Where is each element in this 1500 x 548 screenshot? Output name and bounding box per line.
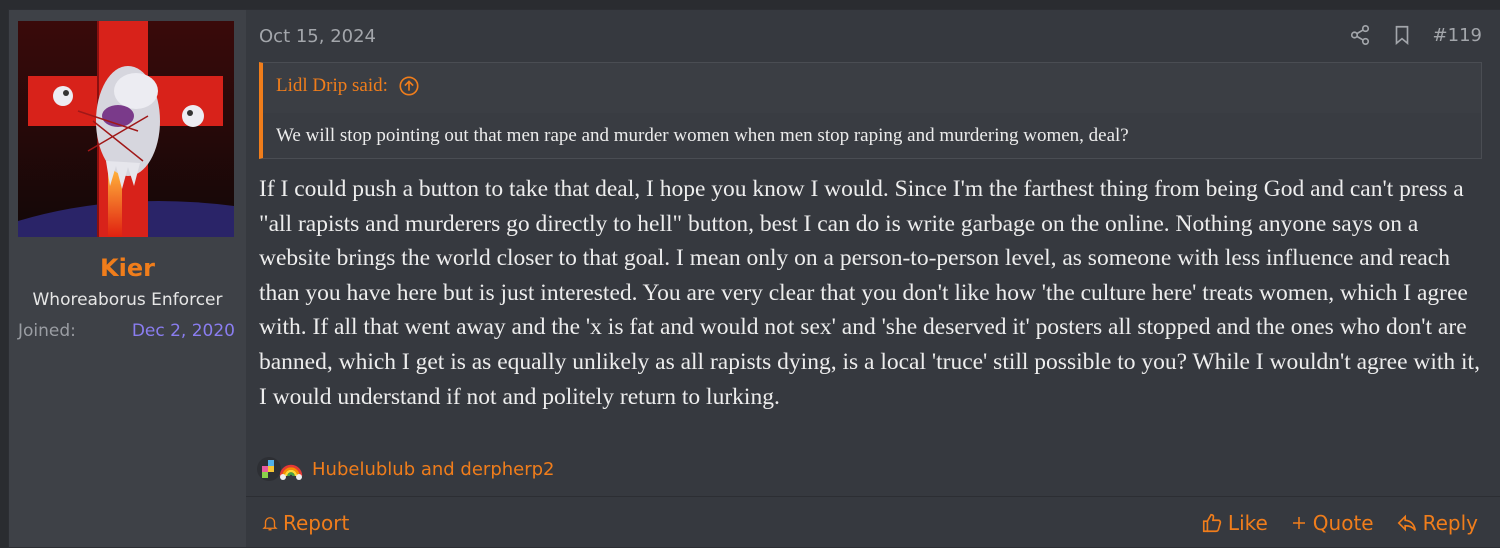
post-date[interactable]: Oct 15, 2024 bbox=[259, 26, 376, 47]
quote-block: Lidl Drip said: We will stop pointing ou… bbox=[259, 62, 1482, 159]
post: Kier Whoreaborus Enforcer Joined: Dec 2,… bbox=[8, 9, 1500, 548]
joined-date: Dec 2, 2020 bbox=[131, 321, 235, 341]
bookmark-icon[interactable] bbox=[1391, 24, 1413, 46]
report-label: Report bbox=[283, 511, 350, 535]
rainbow-icon bbox=[279, 464, 303, 480]
quote-text: We will stop pointing out that men rape … bbox=[263, 113, 1481, 158]
arrow-up-circle-icon[interactable] bbox=[398, 75, 420, 97]
reply-button[interactable]: Reply bbox=[1396, 511, 1478, 535]
post-header-actions: #119 bbox=[1349, 24, 1482, 46]
quote-label: Quote bbox=[1312, 511, 1374, 535]
reaction-users[interactable]: Hubelublub and derpherp2 bbox=[312, 459, 555, 480]
share-icon[interactable] bbox=[1349, 24, 1371, 46]
quote-button[interactable]: Quote bbox=[1290, 511, 1374, 535]
report-button[interactable]: Report bbox=[261, 511, 349, 535]
thumbs-up-icon bbox=[1202, 513, 1222, 533]
plus-icon bbox=[1292, 517, 1305, 529]
joined-label: Joined: bbox=[18, 321, 76, 341]
message-cell: Oct 15, 2024 #119 Lidl Drip said: We wil… bbox=[246, 10, 1500, 547]
reply-label: Reply bbox=[1422, 511, 1478, 535]
bell-icon bbox=[262, 517, 278, 531]
like-label: Like bbox=[1227, 511, 1268, 535]
quote-attribution[interactable]: Lidl Drip said: bbox=[276, 75, 420, 97]
message-body: If I could push a button to take that de… bbox=[259, 176, 1480, 410]
user-title: Whoreaborus Enforcer bbox=[32, 290, 223, 310]
quote-author[interactable]: Lidl Drip said: bbox=[276, 75, 388, 97]
reactions-bar[interactable]: Hubelublub and derpherp2 bbox=[256, 456, 555, 482]
post-number[interactable]: #119 bbox=[1433, 25, 1482, 46]
reply-icon bbox=[1397, 514, 1416, 532]
username[interactable]: Kier bbox=[9, 254, 246, 282]
post-footer: Report Like Quote Reply bbox=[246, 496, 1500, 548]
avatar[interactable] bbox=[18, 21, 234, 237]
footer-actions: Like Quote Reply bbox=[1201, 511, 1478, 535]
user-cell: Kier Whoreaborus Enforcer Joined: Dec 2,… bbox=[9, 10, 246, 547]
like-button[interactable]: Like bbox=[1201, 511, 1268, 535]
